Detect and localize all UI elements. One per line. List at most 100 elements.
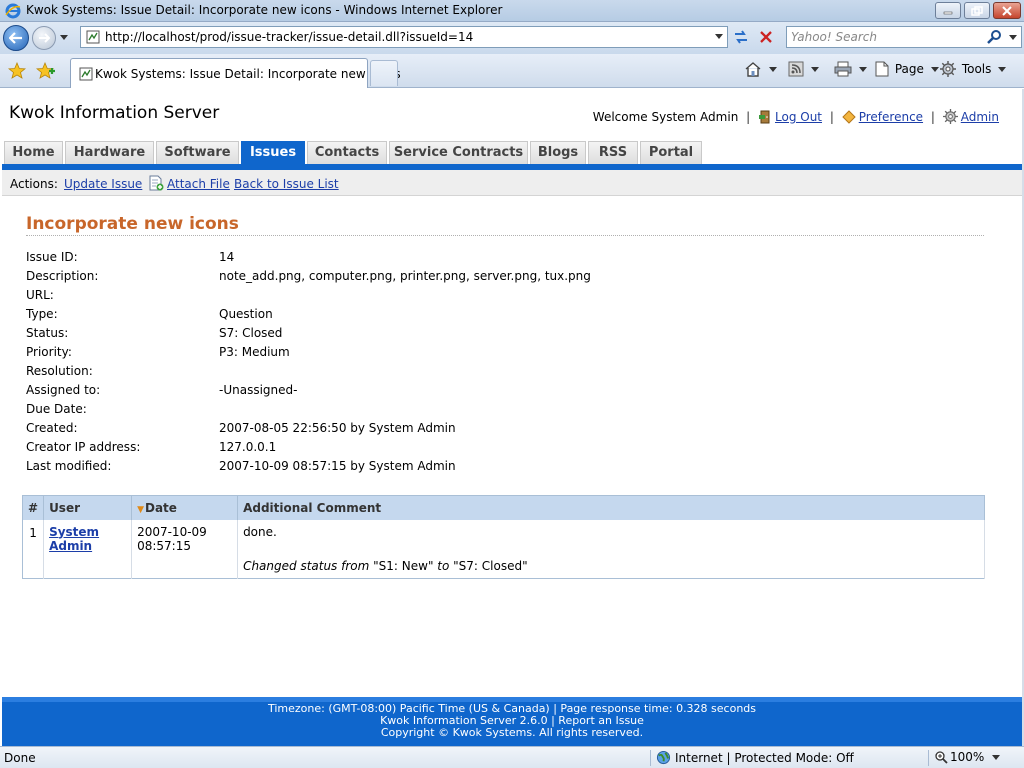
comment-date-cell: 2007-10-09 08:57:15 [131, 519, 239, 578]
print-dropdown-icon[interactable] [858, 66, 867, 72]
tools-menu-button[interactable]: Tools [940, 61, 1007, 81]
favorites-star-icon[interactable] [8, 62, 26, 80]
maximize-button[interactable] [964, 2, 990, 19]
table-row: 1 System Admin 2007-10-09 08:57:15 done.… [22, 519, 985, 578]
page-footer: Timezone: (GMT-08:00) Pacific Time (US &… [2, 697, 1022, 746]
back-to-issue-list-link[interactable]: Back to Issue List [234, 177, 339, 191]
actions-bar: Actions: Update Issue Attach File Back t… [2, 170, 1022, 196]
address-dropdown-icon[interactable] [715, 34, 723, 39]
comment-date: 2007-10-09 08:57:15 [137, 524, 207, 553]
close-window-button[interactable] [993, 2, 1021, 19]
logout-link[interactable]: Log Out [775, 110, 822, 124]
zoom-icon [935, 751, 948, 764]
home-dropdown-icon[interactable] [768, 66, 777, 72]
comments-header-row: # User ▼Date Additional Comment [22, 495, 985, 520]
print-button[interactable] [834, 61, 867, 81]
field-value: note_add.png, computer.png, printer.png,… [219, 269, 591, 283]
status-text: Done [4, 751, 36, 765]
close-icon [1002, 5, 1012, 16]
field-value: Question [219, 307, 273, 321]
navigation-bar: http://localhost/prod/issue-tracker/issu… [0, 22, 1024, 54]
refresh-icon[interactable] [732, 28, 750, 46]
browser-tab-label: Kwok Systems: Issue Detail: Incorporate … [95, 67, 401, 81]
home-button[interactable] [744, 61, 777, 81]
issue-title: Incorporate new icons [26, 214, 239, 234]
change-to: "S7: Closed" [453, 558, 528, 573]
zoom-dropdown-icon[interactable] [992, 755, 1000, 760]
tab-contacts[interactable]: Contacts [307, 141, 387, 164]
column-header-date[interactable]: ▼Date [131, 495, 239, 520]
tab-blogs[interactable]: Blogs [530, 141, 586, 164]
search-options-dropdown-icon[interactable] [1009, 35, 1017, 40]
preference-diamond-icon [842, 110, 856, 124]
minimize-button[interactable] [935, 2, 961, 19]
feeds-dropdown-icon[interactable] [810, 66, 819, 72]
tab-favicon-icon [79, 67, 93, 81]
column-header-date-label: Date [144, 500, 177, 515]
comment-number: 1 [22, 519, 45, 578]
security-zone[interactable]: Internet | Protected Mode: Off [656, 750, 854, 765]
add-favorites-icon[interactable] [36, 62, 56, 80]
search-icon[interactable] [987, 29, 1003, 45]
separator: | [930, 110, 935, 124]
user-menu: Welcome System Admin | Log Out | Prefere… [593, 109, 999, 124]
new-tab-button[interactable] [370, 60, 398, 86]
field-label: Status: [26, 326, 69, 340]
feeds-button[interactable] [788, 61, 819, 81]
footer-text: Timezone: (GMT-08:00) Pacific Time (US &… [2, 703, 1022, 739]
comment-text-cell: done. Changed status from "S1: New" to "… [237, 519, 985, 578]
zoom-level: 100% [950, 750, 985, 764]
forward-button[interactable] [32, 26, 56, 50]
field-value: 2007-08-05 22:56:50 by System Admin [219, 421, 456, 435]
update-issue-link[interactable]: Update Issue [64, 177, 142, 191]
back-button[interactable] [3, 25, 29, 51]
tools-dropdown-icon [998, 66, 1007, 72]
field-label: Resolution: [26, 364, 93, 378]
tab-software[interactable]: Software [156, 141, 239, 164]
rss-feed-icon [788, 61, 804, 77]
gear-icon [940, 61, 956, 77]
tab-hardware[interactable]: Hardware [65, 141, 154, 164]
tools-menu-label: Tools [961, 62, 992, 76]
field-value: P3: Medium [219, 345, 290, 359]
window-title: Kwok Systems: Issue Detail: Incorporate … [26, 3, 503, 17]
admin-link[interactable]: Admin [961, 110, 999, 124]
column-header-comment: Additional Comment [237, 495, 985, 520]
zoom-control[interactable]: 100% [934, 750, 984, 764]
attach-file-link[interactable]: Attach File [167, 177, 230, 191]
field-label: URL: [26, 288, 54, 302]
back-arrow-icon [9, 32, 22, 44]
browser-tab-active[interactable]: Kwok Systems: Issue Detail: Incorporate … [70, 58, 401, 88]
status-divider [928, 750, 929, 766]
security-zone-text: Internet | Protected Mode: Off [675, 751, 854, 765]
comment-user-link[interactable]: System Admin [49, 525, 99, 553]
tab-issues[interactable]: Issues [241, 141, 305, 164]
recent-pages-dropdown-icon[interactable] [60, 35, 68, 40]
site-title: Kwok Information Server [9, 103, 220, 123]
tab-rss[interactable]: RSS [588, 141, 638, 164]
change-mid: to [433, 558, 454, 573]
search-input[interactable] [791, 29, 987, 45]
web-page: Kwok Information Server Welcome System A… [2, 89, 1022, 746]
tab-home[interactable]: Home [4, 141, 63, 164]
comment-user-cell: System Admin [43, 519, 133, 578]
tab-portal[interactable]: Portal [640, 141, 702, 164]
column-header-user[interactable]: User [43, 495, 133, 520]
address-bar[interactable]: http://localhost/prod/issue-tracker/issu… [80, 26, 728, 48]
page-menu-button[interactable]: Page [875, 61, 939, 81]
status-bar: Done Internet | Protected Mode: Off 100% [0, 746, 1024, 768]
preference-link[interactable]: Preference [859, 110, 923, 124]
logout-door-icon [759, 110, 770, 124]
stop-icon[interactable] [757, 28, 775, 46]
address-url[interactable]: http://localhost/prod/issue-tracker/issu… [105, 30, 473, 44]
page-favicon-icon [86, 30, 100, 44]
home-icon [745, 62, 761, 77]
search-box[interactable] [786, 26, 1022, 48]
page-menu-label: Page [894, 62, 924, 76]
tab-service-contracts[interactable]: Service Contracts [389, 141, 528, 164]
field-value: 127.0.0.1 [219, 440, 277, 454]
ie-logo-icon [5, 3, 21, 19]
column-header-number: # [22, 495, 45, 520]
field-value: -Unassigned- [219, 383, 298, 397]
status-divider [650, 750, 651, 766]
